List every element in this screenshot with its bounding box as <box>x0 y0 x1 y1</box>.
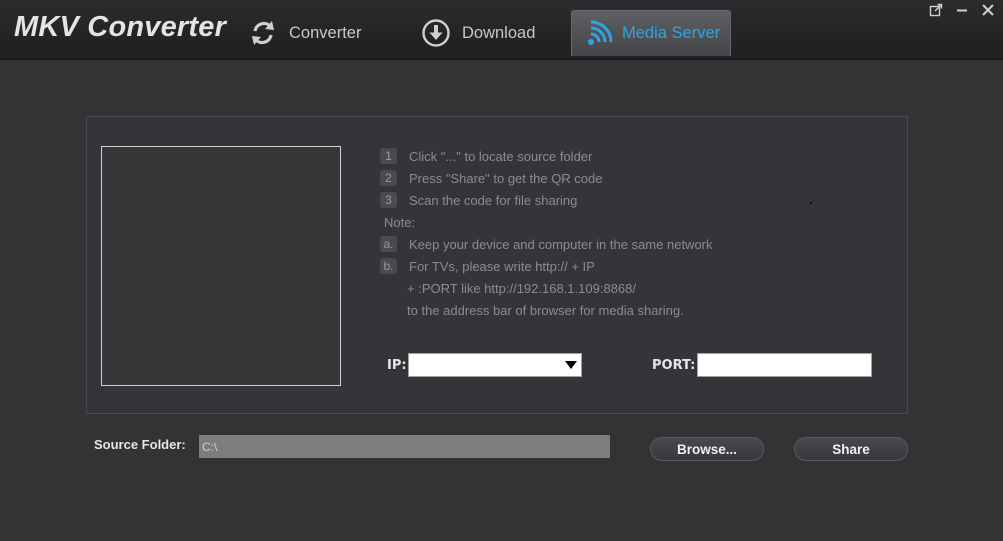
download-icon <box>420 17 452 49</box>
app-title: MKV Converter <box>14 11 227 43</box>
source-folder-input[interactable] <box>199 435 610 458</box>
qr-code-area <box>101 146 341 386</box>
wifi-icon <box>582 18 614 50</box>
note-item: b. For TVs, please write http:// + IP <box>380 255 713 277</box>
title-bar: MKV Converter Converter Download Media S… <box>0 0 1003 60</box>
media-server-panel: 1 Click "..." to locate source folder 2 … <box>86 116 908 414</box>
note-text: For TVs, please write http:// + IP <box>409 258 595 274</box>
browse-button[interactable]: Browse... <box>650 437 764 461</box>
step-text: Scan the code for file sharing <box>409 192 578 208</box>
stray-dot <box>810 202 812 204</box>
tab-media-server[interactable]: Media Server <box>571 10 731 56</box>
note-letter: a. <box>380 236 397 252</box>
step-number: 2 <box>380 170 397 186</box>
window-controls <box>927 2 997 18</box>
chevron-down-icon[interactable] <box>562 357 579 373</box>
tab-converter[interactable]: Converter <box>247 10 361 56</box>
note-item: a. Keep your device and computer in the … <box>380 233 713 255</box>
source-folder-label: Source Folder: <box>94 437 186 452</box>
tab-label: Converter <box>289 23 362 42</box>
note-letter: b. <box>380 258 397 274</box>
port-label: PORT: <box>652 358 696 373</box>
tab-label: Download <box>462 23 536 42</box>
note-continuation: to the address bar of browser for media … <box>407 302 684 318</box>
minimize-icon[interactable] <box>953 2 971 18</box>
tab-label: Media Server <box>622 24 721 42</box>
popout-icon[interactable] <box>927 2 945 18</box>
note-text: Keep your device and computer in the sam… <box>409 236 713 252</box>
instructions: 1 Click "..." to locate source folder 2 … <box>380 145 713 321</box>
ip-dropdown[interactable] <box>408 353 582 377</box>
port-input[interactable] <box>697 353 872 377</box>
step-text: Press "Share" to get the QR code <box>409 170 603 186</box>
note-continuation: + :PORT like http://192.168.1.109:8868/ <box>407 280 636 296</box>
share-button[interactable]: Share <box>794 437 908 461</box>
ip-label: IP: <box>387 358 407 373</box>
close-icon[interactable] <box>979 2 997 18</box>
step-item: 1 Click "..." to locate source folder <box>380 145 713 167</box>
step-item: 2 Press "Share" to get the QR code <box>380 167 713 189</box>
note-title: Note: <box>384 214 416 230</box>
step-number: 1 <box>380 148 397 164</box>
tab-download[interactable]: Download <box>420 10 535 56</box>
refresh-icon <box>247 17 279 49</box>
step-text: Click "..." to locate source folder <box>409 148 593 164</box>
step-number: 3 <box>380 192 397 208</box>
step-item: 3 Scan the code for file sharing <box>380 189 713 211</box>
